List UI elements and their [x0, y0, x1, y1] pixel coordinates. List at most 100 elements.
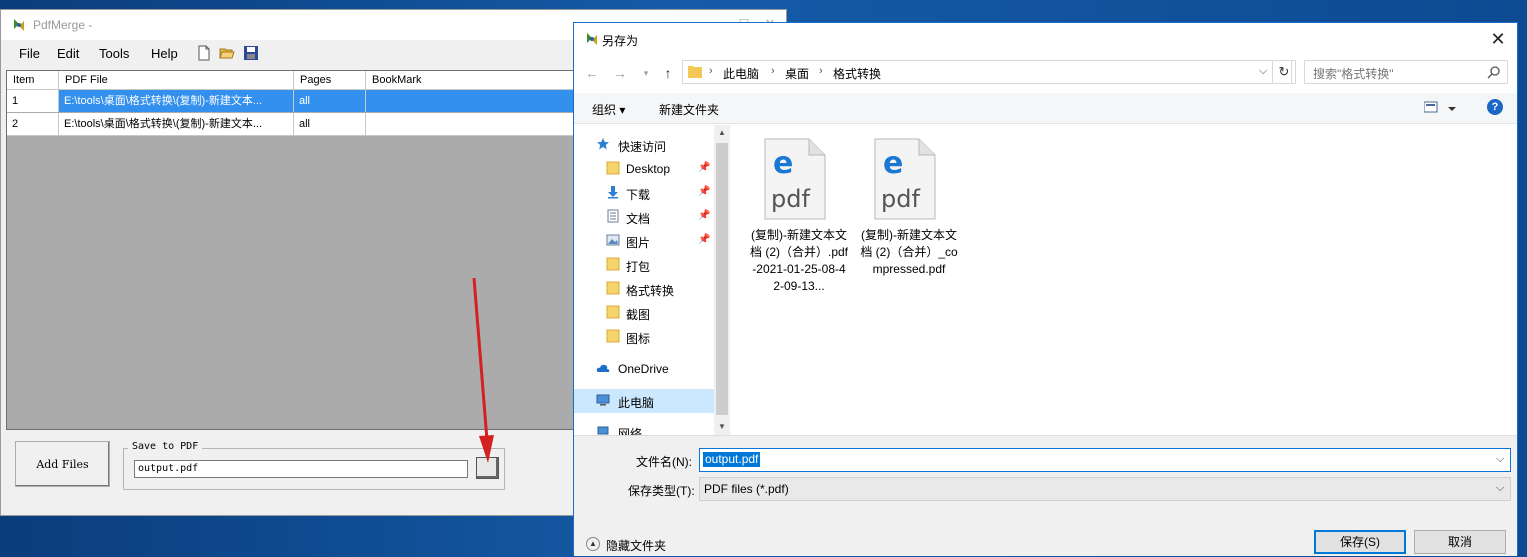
filetype-select[interactable]: PDF files (*.pdf) ⌵ — [699, 477, 1511, 501]
open-folder-icon[interactable] — [219, 45, 235, 61]
pin-icon[interactable]: 📌 — [698, 162, 710, 173]
row-pages-cell[interactable]: all — [294, 113, 366, 135]
nav-item-onedrive[interactable]: OneDrive — [574, 357, 714, 381]
column-header-pages[interactable]: Pages — [294, 71, 366, 89]
save-button[interactable]: 保存(S) — [1314, 530, 1406, 554]
column-header-item[interactable]: Item — [7, 71, 59, 89]
nav-item-format-convert[interactable]: 格式转换 — [574, 277, 714, 301]
folder-icon — [606, 161, 620, 175]
search-input[interactable]: 搜索"格式转换" — [1304, 60, 1508, 84]
add-files-button[interactable]: Add Files — [15, 441, 110, 487]
scroll-up-icon[interactable]: ▲ — [714, 125, 730, 141]
row-pages-cell[interactable]: all — [294, 90, 366, 112]
pdf-file-grid[interactable]: Item PDF File Pages BookMark 1 E:\tools\… — [6, 70, 574, 430]
search-icon — [1487, 66, 1500, 79]
scroll-thumb[interactable] — [716, 143, 728, 415]
dialog-bottom-panel: 文件名(N): output.pdf ⌵ 保存类型(T): PDF files … — [574, 435, 1517, 556]
menu-file[interactable]: File — [19, 46, 40, 61]
filename-input[interactable]: output.pdf ⌵ — [699, 448, 1511, 472]
file-name: (复制)-新建文本文档 (2)（合并）_compressed.pdf — [860, 228, 958, 276]
grid-header: Item PDF File Pages BookMark — [7, 71, 573, 90]
nav-item-label: 截图 — [626, 308, 651, 322]
nav-item-icons[interactable]: 图标 — [574, 325, 714, 349]
new-folder-button[interactable]: 新建文件夹 — [659, 101, 719, 118]
back-arrow-icon[interactable]: ← — [582, 63, 602, 83]
column-header-pdf-file[interactable]: PDF File — [59, 71, 294, 89]
folder-icon — [606, 305, 620, 319]
menu-edit[interactable]: Edit — [57, 46, 79, 61]
nav-item-desktop[interactable]: Desktop 📌 — [574, 157, 714, 181]
cancel-button[interactable]: 取消 — [1414, 530, 1506, 554]
breadcrumb-desktop[interactable]: 桌面 — [785, 65, 809, 82]
nav-item-network[interactable]: 网络 — [574, 420, 714, 435]
output-file-input[interactable]: output.pdf — [134, 460, 468, 478]
help-icon[interactable]: ? — [1487, 99, 1503, 115]
nav-item-label: 文档 — [626, 212, 651, 226]
menu-tools[interactable]: Tools — [99, 46, 129, 61]
row-item-cell: 2 — [7, 113, 59, 135]
file-item[interactable]: e pdf (复制)-新建文本文档 (2)（合并）_compressed.pdf — [859, 135, 959, 305]
nav-item-documents[interactable]: 文档 📌 — [574, 205, 714, 229]
scroll-down-icon[interactable]: ▼ — [714, 419, 730, 435]
table-row[interactable]: 2 E:\tools\桌面\格式转换\(复制)-新建文本... all — [7, 113, 573, 136]
organize-button[interactable]: 组织 ▾ — [592, 101, 625, 118]
dialog-titlebar[interactable]: 另存为 ✕ — [574, 23, 1517, 55]
document-icon — [607, 209, 619, 223]
save-to-pdf-label: Save to PDF — [128, 441, 203, 452]
recent-locations-chevron-icon[interactable]: ▾ — [636, 63, 656, 83]
nav-item-pictures[interactable]: 图片 📌 — [574, 229, 714, 253]
close-icon[interactable]: ✕ — [1486, 27, 1510, 51]
filetype-label: 保存类型(T): — [628, 484, 695, 498]
row-pdf-file-cell[interactable]: E:\tools\桌面\格式转换\(复制)-新建文本... — [59, 90, 294, 112]
breadcrumb-separator-icon: › — [709, 65, 713, 77]
chevron-down-icon[interactable]: ⌵ — [1496, 453, 1504, 466]
nav-item-label: 下载 — [626, 188, 651, 202]
pin-icon[interactable]: 📌 — [698, 210, 710, 221]
row-pdf-file-cell[interactable]: E:\tools\桌面\格式转换\(复制)-新建文本... — [59, 113, 294, 135]
dialog-title: 另存为 — [602, 34, 639, 48]
address-dropdown-icon[interactable]: ⌵ — [1259, 65, 1267, 78]
folder-icon — [688, 66, 702, 78]
table-row[interactable]: 1 E:\tools\桌面\格式转换\(复制)-新建文本... all — [7, 90, 573, 112]
svg-text:pdf: pdf — [881, 185, 920, 213]
filename-value[interactable]: output.pdf — [703, 452, 761, 467]
pin-icon[interactable]: 📌 — [698, 186, 710, 197]
browse-button[interactable] — [476, 457, 499, 479]
breadcrumb-this-pc[interactable]: 此电脑 — [723, 65, 759, 82]
nav-item-label: 图标 — [626, 332, 651, 346]
forward-arrow-icon[interactable]: → — [610, 63, 630, 83]
row-bookmark-cell[interactable] — [366, 90, 573, 112]
refresh-icon[interactable]: ↻ — [1272, 60, 1296, 84]
pin-icon[interactable]: 📌 — [698, 234, 710, 245]
breadcrumb-separator-icon: › — [771, 65, 775, 77]
nav-item-label: 格式转换 — [626, 284, 675, 298]
chevron-down-icon[interactable]: ⌵ — [1496, 482, 1504, 495]
download-arrow-icon — [608, 186, 618, 199]
up-arrow-icon[interactable]: ↑ — [658, 63, 678, 83]
breadcrumb-format-convert[interactable]: 格式转换 — [833, 65, 881, 82]
file-name: (复制)-新建文本文档 (2)（合并）.pdf-2021-01-25-08-42… — [749, 228, 849, 293]
nav-item-downloads[interactable]: 下载 📌 — [574, 181, 714, 205]
edge-pdf-icon: e pdf — [764, 138, 826, 220]
svg-text:pdf: pdf — [771, 185, 810, 213]
view-options-icon[interactable] — [1424, 99, 1458, 117]
nav-item-label: 网络 — [618, 427, 643, 435]
address-bar[interactable]: › 此电脑 › 桌面 › 格式转换 ⌵ — [682, 60, 1292, 84]
nav-item-pack[interactable]: 打包 — [574, 253, 714, 277]
edge-pdf-icon: e pdf — [874, 138, 936, 220]
nav-item-label: 图片 — [626, 236, 651, 250]
nav-item-label: OneDrive — [618, 362, 669, 376]
nav-item-screenshots[interactable]: 截图 — [574, 301, 714, 325]
nav-pane-scrollbar[interactable]: ▲ ▼ — [714, 125, 730, 435]
file-item[interactable]: e pdf (复制)-新建文本文档 (2)（合并）.pdf-2021-01-25… — [749, 135, 849, 305]
svg-text:e: e — [773, 146, 793, 181]
row-bookmark-cell[interactable] — [366, 113, 573, 135]
nav-item-quick-access[interactable]: 快速访问 — [574, 133, 714, 157]
nav-item-this-pc[interactable]: 此电脑 — [574, 389, 714, 413]
save-disk-icon[interactable] — [243, 45, 259, 61]
hide-folders-toggle[interactable]: ▲ 隐藏文件夹 — [586, 536, 686, 556]
new-document-icon[interactable] — [196, 45, 212, 61]
menu-help[interactable]: Help — [151, 46, 178, 61]
nav-item-label: 此电脑 — [618, 396, 655, 410]
column-header-bookmark[interactable]: BookMark — [366, 71, 573, 89]
